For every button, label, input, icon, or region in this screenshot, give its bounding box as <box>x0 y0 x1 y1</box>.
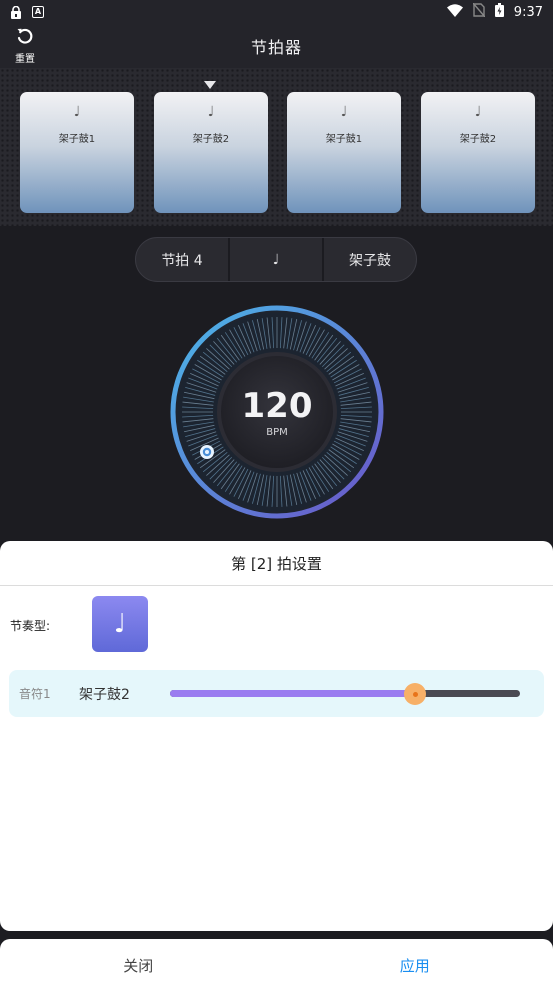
beat-settings-control: 节拍 4 ♩ 架子鼓 <box>135 237 417 282</box>
tempo-dial[interactable]: 120 BPM <box>168 303 386 521</box>
reset-button[interactable]: 重置 <box>10 27 40 65</box>
reset-label: 重置 <box>15 54 35 65</box>
quarter-note-icon: ♩ <box>113 609 127 639</box>
note-icon: ♩ <box>207 104 215 120</box>
note-sound-name[interactable]: 架子鼓2 <box>79 684 130 704</box>
beat-card-4[interactable]: ♩ 架子鼓2 <box>421 92 535 213</box>
bpm-unit: BPM <box>266 426 288 438</box>
note-icon: ♩ <box>474 104 482 120</box>
volume-slider-thumb[interactable] <box>404 683 426 705</box>
battery-icon <box>494 3 504 21</box>
beat-strip: ♩ 架子鼓1 ♩ 架子鼓2 ♩ 架子鼓1 ♩ 架子鼓2 <box>0 68 553 226</box>
note-icon: ♩ <box>73 104 81 120</box>
beats-per-measure-button[interactable]: 节拍 4 <box>136 238 230 281</box>
app-header: 重置 节拍器 <box>0 24 553 68</box>
volume-slider[interactable] <box>170 683 520 705</box>
beat-card-3[interactable]: ♩ 架子鼓1 <box>287 92 401 213</box>
beat-sound-label: 架子鼓2 <box>459 134 497 145</box>
wifi-icon <box>446 3 463 21</box>
active-beat-indicator-icon <box>204 81 216 89</box>
reset-icon <box>16 27 34 49</box>
beat-settings-sheet: 第 [2] 拍设置 节奏型: ♩ 音符1 架子鼓2 <box>0 541 553 931</box>
bpm-value: 120 <box>241 385 313 426</box>
a-icon: A <box>32 6 44 18</box>
status-right: 9:37 <box>446 2 543 21</box>
apply-button[interactable]: 应用 <box>277 955 553 976</box>
status-time: 9:37 <box>513 4 543 20</box>
status-bar: A 9:37 <box>0 0 553 24</box>
tempo-readout: 120 BPM <box>219 354 335 470</box>
sound-select-button[interactable]: 架子鼓 <box>324 238 416 281</box>
rhythm-type-row: 节奏型: ♩ <box>0 596 553 656</box>
rhythm-type-label: 节奏型: <box>10 619 51 633</box>
note-index-label: 音符1 <box>19 687 51 701</box>
beat-sound-label: 架子鼓2 <box>192 134 230 145</box>
sheet-footer: 关闭 应用 <box>0 939 553 991</box>
note-value-button[interactable]: ♩ <box>230 238 324 281</box>
volume-slider-fill <box>170 690 415 697</box>
rhythm-type-button[interactable]: ♩ <box>92 596 148 652</box>
lock-icon <box>10 5 22 19</box>
close-button[interactable]: 关闭 <box>0 955 277 976</box>
beat-card-2[interactable]: ♩ 架子鼓2 <box>154 92 268 213</box>
beat-card-1[interactable]: ♩ 架子鼓1 <box>20 92 134 213</box>
page-title: 节拍器 <box>250 38 302 57</box>
note-sound-row: 音符1 架子鼓2 <box>9 670 544 717</box>
beat-sound-label: 架子鼓1 <box>58 134 96 145</box>
status-left: A <box>10 5 44 19</box>
note-icon: ♩ <box>340 104 348 120</box>
no-sim-icon <box>472 2 486 21</box>
sheet-title: 第 [2] 拍设置 <box>0 541 553 586</box>
beat-sound-label: 架子鼓1 <box>325 134 363 145</box>
